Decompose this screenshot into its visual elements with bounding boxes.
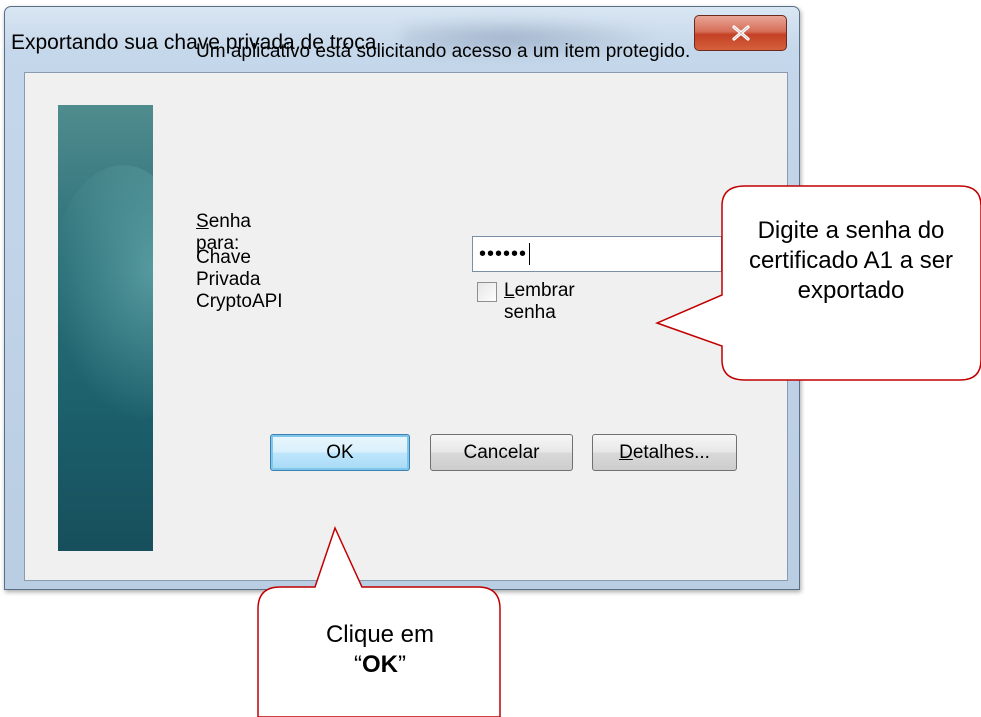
ok-callout-prefix: Clique em	[325, 621, 435, 648]
ok-callout-bold: OK	[362, 651, 398, 678]
callout-shapes	[257, 185, 981, 717]
ok-callout-text: Clique em “OK”	[262, 620, 498, 680]
ok-callout-open-quote: “	[354, 651, 362, 678]
password-callout-text: Digite a senha do certificado A1 a ser e…	[748, 217, 954, 304]
ok-callout-close-quote: ”	[398, 651, 406, 678]
